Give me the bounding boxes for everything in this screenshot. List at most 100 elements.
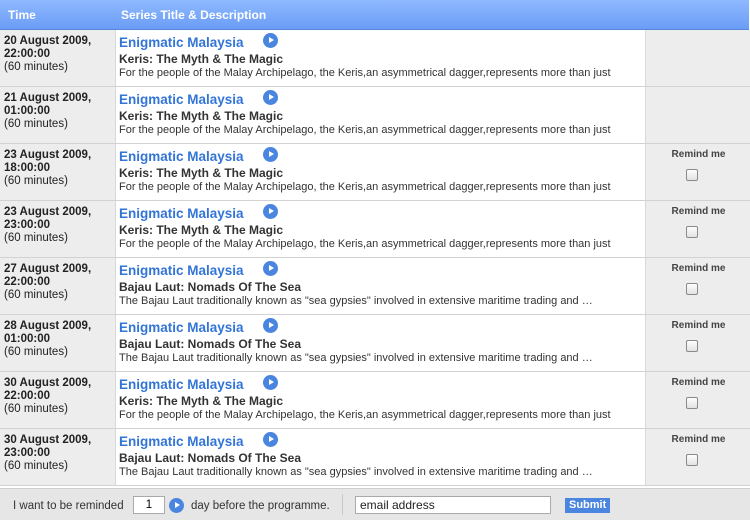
reminder-footer: I want to be reminded day before the pro… [0,488,750,520]
episode-title: Bajau Laut: Nomads Of The Sea [119,280,302,294]
duration: (60 minutes) [4,403,68,415]
series-title-link[interactable]: Enigmatic Malaysia [119,434,244,449]
play-circle-icon[interactable] [263,90,278,105]
remind-cell: Remind me [645,258,750,314]
remind-cell: Remind me [645,372,750,428]
duration: (60 minutes) [4,175,68,187]
description-cell: Enigmatic Malaysia Keris: The Myth & The… [116,372,644,428]
episode-title: Keris: The Myth & The Magic [119,109,284,123]
table-row: 23 August 2009, 18:00:00 (60 minutes) En… [0,144,750,201]
description-cell: Enigmatic Malaysia Bajau Laut: Nomads Of… [116,258,644,314]
description-cell: Enigmatic Malaysia Keris: The Myth & The… [116,144,644,200]
episode-title: Keris: The Myth & The Magic [119,223,284,237]
play-circle-icon[interactable] [263,147,278,162]
footer-divider [342,494,343,515]
play-circle-icon[interactable] [263,261,278,276]
remind-me-label: Remind me [671,263,726,274]
air-time: 01:00:00 [4,105,51,117]
air-time: 01:00:00 [4,333,51,345]
time-cell: 27 August 2009, 22:00:00 (60 minutes) [0,258,116,314]
air-time: 22:00:00 [4,276,51,288]
remind-checkbox[interactable] [686,283,698,295]
episode-title: Bajau Laut: Nomads Of The Sea [119,451,302,465]
remind-cell [645,30,750,86]
series-title-link[interactable]: Enigmatic Malaysia [119,149,244,164]
series-title-link[interactable]: Enigmatic Malaysia [119,35,244,50]
email-input[interactable] [355,496,551,514]
episode-synopsis: For the people of the Malay Archipelago,… [119,124,611,136]
air-date: 20 August 2009, [4,35,92,47]
remind-cell [645,87,750,143]
remind-checkbox[interactable] [686,397,698,409]
time-cell: 28 August 2009, 01:00:00 (60 minutes) [0,315,116,371]
time-cell: 30 August 2009, 23:00:00 (60 minutes) [0,429,116,485]
table-row: 23 August 2009, 23:00:00 (60 minutes) En… [0,201,750,258]
time-cell: 23 August 2009, 18:00:00 (60 minutes) [0,144,116,200]
duration: (60 minutes) [4,232,68,244]
episode-title: Keris: The Myth & The Magic [119,394,284,408]
play-circle-icon[interactable] [263,318,278,333]
tv-schedule: Time Series Title & Description 20 Augus… [0,0,750,520]
days-stepper-icon[interactable] [169,498,184,513]
time-cell: 23 August 2009, 23:00:00 (60 minutes) [0,201,116,257]
remind-cell: Remind me [645,144,750,200]
reminder-prefix: I want to be reminded [13,500,124,512]
air-date: 28 August 2009, [4,320,92,332]
remind-me-label: Remind me [671,377,726,388]
series-title-link[interactable]: Enigmatic Malaysia [119,320,244,335]
remind-cell: Remind me [645,429,750,485]
remind-me-label: Remind me [671,149,726,160]
description-cell: Enigmatic Malaysia Bajau Laut: Nomads Of… [116,315,644,371]
description-cell: Enigmatic Malaysia Keris: The Myth & The… [116,30,644,86]
air-date: 23 August 2009, [4,206,92,218]
remind-checkbox[interactable] [686,169,698,181]
air-date: 27 August 2009, [4,263,92,275]
series-title-link[interactable]: Enigmatic Malaysia [119,377,244,392]
table-header: Time Series Title & Description [0,0,749,30]
air-time: 23:00:00 [4,447,51,459]
table-row: 27 August 2009, 22:00:00 (60 minutes) En… [0,258,750,315]
remind-cell: Remind me [645,201,750,257]
table-row: 21 August 2009, 01:00:00 (60 minutes) En… [0,87,750,144]
duration: (60 minutes) [4,289,68,301]
air-time: 18:00:00 [4,162,51,174]
play-circle-icon[interactable] [263,432,278,447]
air-date: 30 August 2009, [4,434,92,446]
air-time: 22:00:00 [4,390,51,402]
episode-title: Keris: The Myth & The Magic [119,52,284,66]
series-title-link[interactable]: Enigmatic Malaysia [119,92,244,107]
remind-cell: Remind me [645,315,750,371]
remind-me-label: Remind me [671,434,726,445]
duration: (60 minutes) [4,118,68,130]
air-time: 22:00:00 [4,48,51,60]
series-title-link[interactable]: Enigmatic Malaysia [119,263,244,278]
episode-title: Keris: The Myth & The Magic [119,166,284,180]
episode-title: Bajau Laut: Nomads Of The Sea [119,337,302,351]
remind-me-label: Remind me [671,206,726,217]
description-cell: Enigmatic Malaysia Keris: The Myth & The… [116,201,644,257]
play-circle-icon[interactable] [263,204,278,219]
remind-checkbox[interactable] [686,226,698,238]
description-cell: Enigmatic Malaysia Bajau Laut: Nomads Of… [116,429,644,485]
episode-synopsis: For the people of the Malay Archipelago,… [119,67,611,79]
episode-synopsis: For the people of the Malay Archipelago,… [119,181,611,193]
submit-button[interactable]: Submit [565,498,611,513]
duration: (60 minutes) [4,61,68,73]
air-time: 23:00:00 [4,219,51,231]
air-date: 23 August 2009, [4,149,92,161]
table-row: 30 August 2009, 22:00:00 (60 minutes) En… [0,372,750,429]
play-circle-icon[interactable] [263,375,278,390]
remind-checkbox[interactable] [686,340,698,352]
remind-checkbox[interactable] [686,454,698,466]
time-cell: 20 August 2009, 22:00:00 (60 minutes) [0,30,116,86]
duration: (60 minutes) [4,346,68,358]
table-row: 28 August 2009, 01:00:00 (60 minutes) En… [0,315,750,372]
series-title-link[interactable]: Enigmatic Malaysia [119,206,244,221]
reminder-days-input[interactable] [133,496,165,514]
play-circle-icon[interactable] [263,33,278,48]
episode-synopsis: The Bajau Laut traditionally known as "s… [119,352,593,364]
remind-me-label: Remind me [671,320,726,331]
episode-synopsis: The Bajau Laut traditionally known as "s… [119,295,593,307]
reminder-suffix: day before the programme. [191,500,330,512]
air-date: 21 August 2009, [4,92,92,104]
